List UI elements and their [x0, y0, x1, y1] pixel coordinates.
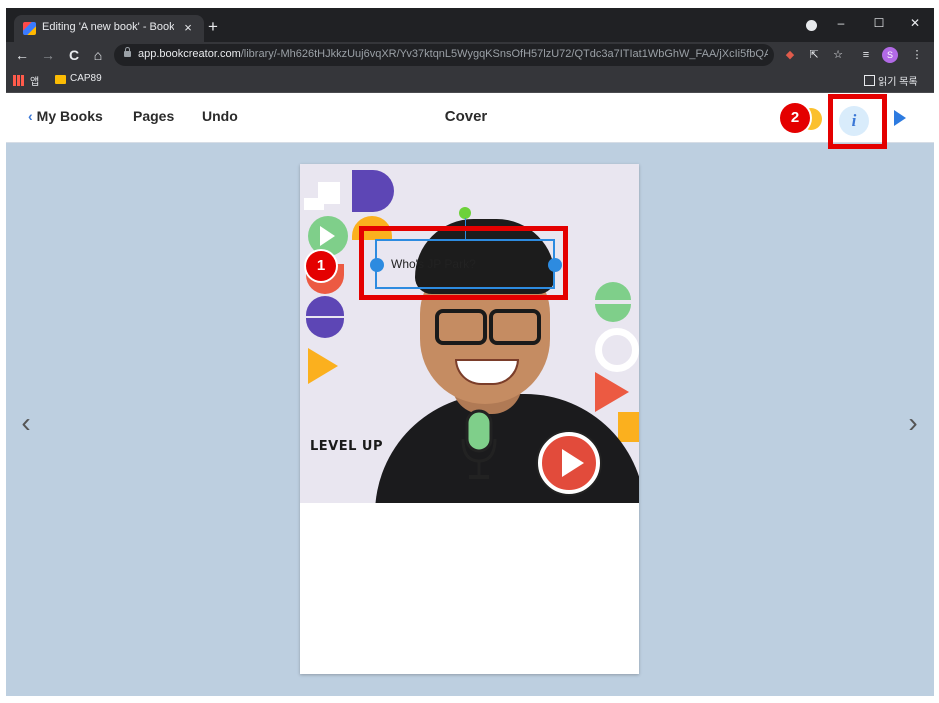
apps-grid-icon[interactable] [13, 75, 24, 86]
new-tab-button[interactable]: + [204, 18, 222, 36]
microphone-icon[interactable] [460, 409, 498, 487]
bookmark-cap89[interactable]: CAP89 [70, 73, 110, 87]
chevron-left-icon: ‹ [28, 108, 33, 124]
tab-strip: Editing 'A new book' - Book Cr × + – ☐ ✕ [6, 8, 934, 42]
bookmarks-bar: 앱 CAP89 읽기 목록 [6, 68, 934, 93]
decor-red-triangle [595, 372, 629, 412]
pages-button[interactable]: Pages [133, 108, 183, 128]
maximize-button[interactable]: ☐ [864, 13, 894, 33]
cover-photo[interactable]: LEVEL UP Who's JP Park? [300, 164, 639, 503]
decor-purple-bowl [306, 318, 344, 338]
play-triangle [562, 449, 584, 477]
install-app-icon[interactable]: ⇱ [805, 46, 823, 64]
extension-icon[interactable]: ◆ [781, 46, 799, 64]
bookmark-star-icon[interactable]: ☆ [829, 46, 847, 64]
decor-orange-block [618, 412, 639, 442]
glasses-left-lens [435, 309, 487, 345]
reading-list-label[interactable]: 읽기 목록 [878, 73, 930, 88]
address-bar[interactable]: app.bookcreator.com/library/-Mh626tHJkkz… [114, 44, 774, 66]
forward-button[interactable]: → [38, 45, 58, 65]
reload-button[interactable]: C [64, 45, 84, 65]
url-path: /library/-Mh626tHJkkzUuj6vqXR/Yv37ktqnL5… [240, 48, 768, 60]
lock-icon[interactable] [124, 47, 131, 57]
decor-green-dome [595, 282, 631, 300]
previous-page-arrow[interactable]: ‹ [16, 403, 36, 443]
bookcreator-favicon-icon [23, 22, 36, 35]
browser-tab[interactable]: Editing 'A new book' - Book Cr × [14, 15, 204, 42]
decor-green-bowl [595, 304, 631, 322]
home-button[interactable]: ⌂ [88, 45, 108, 65]
decor-purple-half [352, 170, 394, 212]
decor-white-ring [595, 328, 639, 372]
url-text[interactable]: app.bookcreator.com/library/-Mh626tHJkkz… [138, 48, 768, 63]
bookmark-folder-icon[interactable] [55, 75, 66, 84]
highlight-box-1 [359, 226, 568, 300]
step-badge-1: 1 [306, 251, 336, 281]
highlight-box-2 [828, 94, 887, 149]
reading-list-icon[interactable] [864, 75, 875, 86]
back-button[interactable]: ← [12, 45, 32, 65]
close-window-button[interactable]: ✕ [900, 13, 930, 33]
undo-button[interactable]: Undo [202, 108, 242, 128]
decor-orange-triangle [308, 348, 338, 384]
level-up-sticker[interactable]: LEVEL UP [310, 439, 390, 463]
browser-menu-icon[interactable]: ⋮ [908, 46, 926, 64]
media-control-icon[interactable] [806, 20, 817, 31]
play-sticker-icon[interactable] [538, 432, 600, 494]
my-books-button[interactable]: ‹ My Books [28, 108, 118, 128]
decor-step [304, 198, 324, 210]
play-icon[interactable] [894, 110, 906, 126]
step-badge-2: 2 [780, 103, 810, 133]
decor-white-triangle [320, 226, 335, 246]
page-title: Cover [444, 108, 488, 125]
url-domain: app.bookcreator.com [138, 48, 241, 60]
minimize-button[interactable]: – [826, 13, 856, 33]
decor-purple-dome [306, 296, 344, 316]
glasses-right-lens [489, 309, 541, 345]
navigation-bar: ← → C ⌂ app.bookcreator.com/library/-Mh6… [6, 42, 934, 68]
tab-title: Editing 'A new book' - Book Cr [42, 21, 174, 33]
apps-label[interactable]: 앱 [30, 73, 54, 88]
next-page-arrow[interactable]: › [903, 403, 923, 443]
close-tab-icon[interactable]: × [180, 19, 196, 37]
reading-mode-icon[interactable]: ≡ [857, 46, 875, 64]
profile-avatar[interactable]: S [882, 47, 898, 63]
my-books-label: My Books [36, 108, 103, 124]
